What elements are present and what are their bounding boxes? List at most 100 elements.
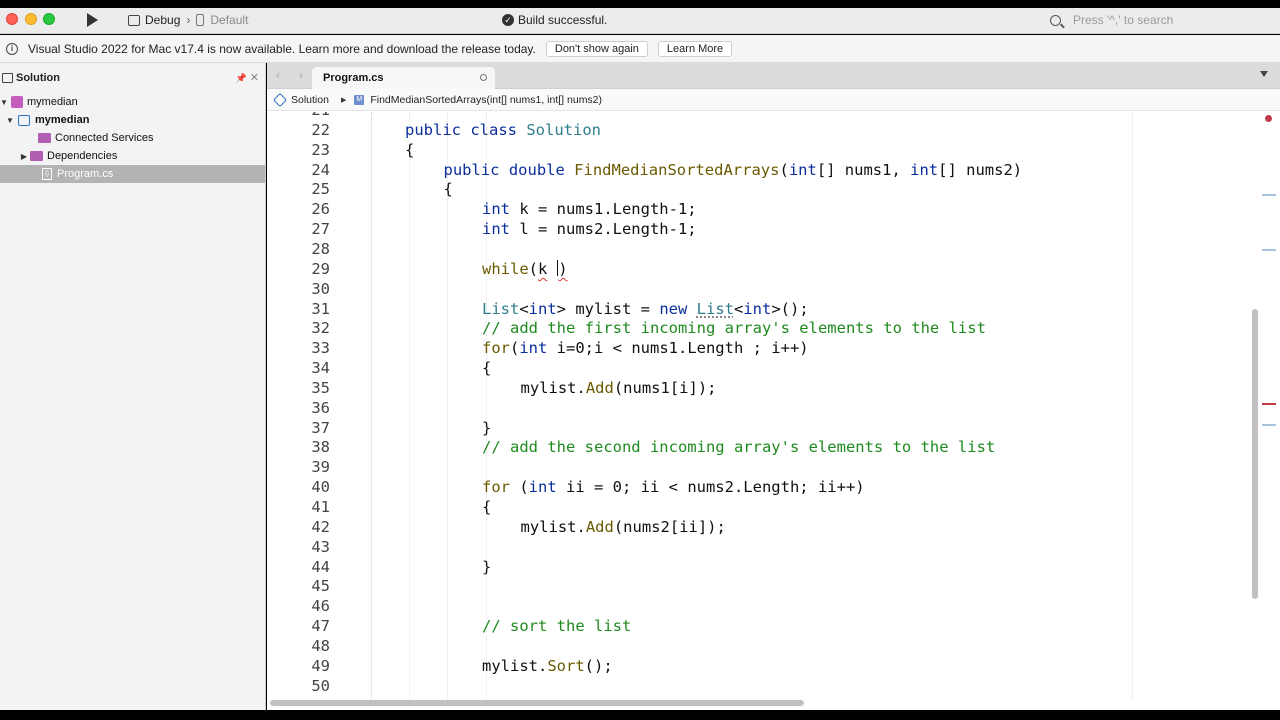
code-line: 42 mylist.Add(nums2[ii]); — [267, 517, 1257, 537]
horizontal-scrollbar[interactable] — [270, 700, 804, 706]
tree-item-solution[interactable]: ▼ mymedian — [0, 93, 265, 111]
line-number: 42 — [311, 517, 330, 536]
code-token: ( — [510, 339, 520, 358]
code-token: int — [528, 478, 566, 497]
solution-pad-title: Solution — [16, 72, 60, 84]
code-token: } — [482, 557, 492, 576]
build-status-text: Build successful. — [518, 13, 608, 27]
code-text: for(int i=0;i < nums1.Length ; i++) — [482, 338, 809, 358]
configuration-label: Debug — [145, 13, 181, 27]
line-number: 24 — [311, 160, 330, 179]
line-number: 44 — [311, 557, 330, 576]
tree-item-file[interactable]: {} Program.cs — [0, 165, 265, 183]
code-token: int — [482, 200, 520, 219]
code-line: 50 — [267, 676, 1257, 696]
code-token: for — [482, 478, 520, 497]
solution-tree: ▼ mymedian ▼ mymedian Connected Services ▶ Dep… — [0, 93, 265, 183]
vertical-scrollbar[interactable] — [1252, 309, 1258, 599]
line-number: 39 — [311, 458, 330, 477]
run-button[interactable] — [84, 11, 100, 29]
code-token: ( — [528, 259, 539, 278]
code-line: 25 { — [267, 179, 1257, 199]
checkmark-icon: ✓ — [502, 14, 514, 26]
solution-icon — [272, 92, 288, 107]
pin-icon[interactable]: 📌 — [236, 73, 247, 84]
close-icon[interactable]: ✕ — [250, 71, 259, 84]
code-token: Sort — [547, 656, 585, 675]
code-editor[interactable]: 2122 public class Solution 23 {24 public dou… — [267, 112, 1280, 700]
tab-program-cs[interactable]: Program.cs — [312, 67, 495, 89]
line-number: 25 — [311, 180, 330, 199]
configuration-selector[interactable]: Debug › Default — [128, 11, 248, 29]
code-text: for (int ii = 0; ii < nums2.Length; ii++… — [482, 477, 865, 497]
tree-item-project[interactable]: ▼ mymedian — [0, 111, 265, 129]
code-line: 24 public double FindMedianSortedArrays(i… — [267, 160, 1257, 180]
expand-arrow-icon[interactable]: ▼ — [6, 116, 14, 125]
code-token: mylist. — [482, 656, 548, 675]
search-icon — [1050, 14, 1061, 26]
code-line: 39 — [267, 457, 1257, 477]
code-token: Add — [585, 517, 614, 536]
code-token: int — [743, 299, 772, 318]
code-text: // add the second incoming array's eleme… — [482, 437, 995, 457]
navigate-forward-icon[interactable]: › — [299, 68, 303, 82]
line-number: 26 — [311, 200, 330, 219]
tree-item-folder[interactable]: Connected Services — [0, 129, 265, 147]
expand-arrow-icon[interactable]: ▼ — [0, 98, 8, 107]
tree-item-folder[interactable]: ▶ Dependencies — [0, 147, 265, 165]
error-indicator-icon[interactable] — [1265, 115, 1272, 122]
code-token: < — [519, 299, 529, 318]
tab-list-dropdown-icon[interactable] — [1260, 71, 1268, 77]
code-line: 31 List<int> mylist = new List<int>(); — [267, 299, 1257, 319]
code-line: 21 — [267, 112, 1257, 120]
code-token: (nums1[i]); — [613, 378, 717, 397]
search-box[interactable]: Press '^,' to search — [1050, 11, 1173, 29]
code-text: int k = nums1.Length-1; — [482, 199, 697, 219]
search-placeholder: Press '^,' to search — [1073, 13, 1174, 27]
code-text: { — [444, 179, 453, 199]
code-token: l = nums2.Length-1; — [519, 220, 697, 239]
code-token: int — [910, 160, 939, 179]
line-number: 29 — [311, 259, 330, 278]
line-number: 28 — [311, 239, 330, 258]
collapse-arrow-icon[interactable]: ▶ — [20, 152, 28, 161]
dont-show-again-button[interactable]: Don't show again — [545, 40, 648, 57]
code-line: 45 — [267, 576, 1257, 596]
code-token: i=0;i < nums1.Length ; i++) — [556, 339, 809, 358]
breadcrumb-root[interactable]: Solution — [291, 94, 329, 106]
code-token: k — [538, 259, 548, 278]
code-text: public class Solution — [405, 120, 601, 140]
tree-item-label: Program.cs — [57, 168, 114, 180]
code-token: { — [482, 359, 492, 378]
close-tab-icon[interactable] — [480, 74, 487, 81]
tab-label: Program.cs — [323, 72, 384, 84]
code-token: int — [788, 160, 817, 179]
code-text: mylist.Add(nums1[i]); — [521, 378, 717, 398]
code-line: 32 // add the first incoming array's elem… — [267, 318, 1257, 338]
code-token: List — [696, 299, 734, 318]
infobar-message: Visual Studio 2022 for Mac v17.4 is now … — [28, 41, 536, 56]
breadcrumb-member[interactable]: FindMedianSortedArrays(int[] nums1, int[… — [370, 94, 602, 106]
code-line: 26 int k = nums1.Length-1; — [267, 199, 1257, 219]
line-number: 36 — [311, 398, 330, 417]
learn-more-button[interactable]: Learn More — [657, 40, 733, 57]
code-token: [] nums1, — [816, 160, 911, 179]
folder-icon — [30, 151, 43, 161]
code-token: new — [659, 299, 697, 318]
code-line: 46 — [267, 596, 1257, 616]
line-number: 49 — [311, 656, 330, 675]
tree-item-label: Dependencies — [47, 150, 118, 162]
line-number: 35 — [311, 378, 330, 397]
line-number: 47 — [311, 617, 330, 636]
tree-item-label: mymedian — [35, 114, 90, 126]
code-text: int l = nums2.Length-1; — [482, 219, 697, 239]
editor-tab-bar: ‹ › Program.cs — [267, 63, 1280, 89]
zoom-window-button[interactable] — [43, 13, 55, 25]
close-window-button[interactable] — [6, 13, 18, 25]
navigate-back-icon[interactable]: ‹ — [276, 68, 280, 82]
line-number: 31 — [311, 299, 330, 318]
info-icon: i — [6, 42, 18, 55]
minimize-window-button[interactable] — [25, 13, 37, 25]
code-token: public — [443, 160, 509, 179]
chevron-right-icon: › — [186, 13, 191, 27]
